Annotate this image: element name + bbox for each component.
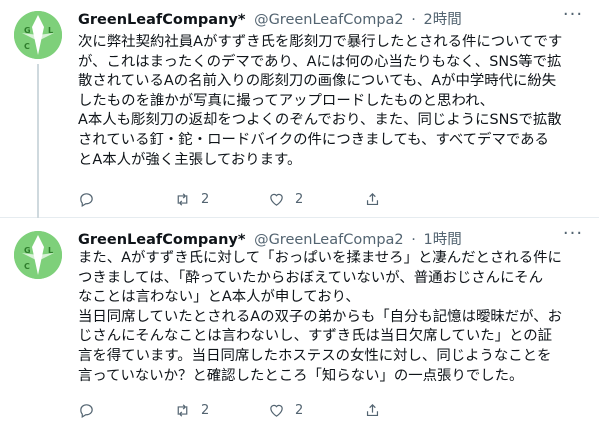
tweet-text: また、Aがすずき氏に対して「おっぱいを揉ませろ」と凄んだとされる件に つきまして… bbox=[78, 249, 588, 386]
leaf-logo-icon: G L C bbox=[14, 231, 62, 279]
reply-icon bbox=[80, 403, 93, 418]
svg-text:G: G bbox=[24, 26, 31, 35]
svg-text:G: G bbox=[24, 246, 31, 255]
tweet-text-line: されている釘・鉈・ロードバイクの件につきましても、すべてデマである bbox=[78, 131, 549, 148]
retweet-count: 2 bbox=[201, 191, 210, 207]
tweet-text-line: 当日同席していたとされるAの双子の弟からも「自分も記憶は曖昧だが、お bbox=[78, 308, 563, 325]
tweet-text-line: 次に弊社契約社員Aがすずき氏を彫刻刀で暴行したとされる件についてです bbox=[78, 34, 563, 50]
retweet-button[interactable]: 2 bbox=[174, 188, 209, 210]
separator-dot: · bbox=[411, 232, 416, 248]
heart-icon bbox=[270, 404, 283, 417]
reply-icon bbox=[80, 192, 93, 207]
tweet[interactable]: G L C GreenLeafCompany* @GreenLeafCompa2… bbox=[0, 219, 599, 424]
display-name[interactable]: GreenLeafCompany* bbox=[78, 232, 245, 248]
retweet-count: 2 bbox=[201, 402, 210, 418]
display-name[interactable]: GreenLeafCompany* bbox=[78, 12, 245, 28]
svg-text:L: L bbox=[48, 246, 53, 255]
tweet-header: GreenLeafCompany* @GreenLeafCompa2 · 1時間 bbox=[78, 230, 578, 250]
share-icon bbox=[366, 403, 379, 416]
like-count: 2 bbox=[295, 191, 304, 207]
separator-dot: · bbox=[411, 12, 416, 28]
tweet[interactable]: G L C GreenLeafCompany* @GreenLeafCompa2… bbox=[0, 0, 599, 218]
more-icon[interactable]: ··· bbox=[561, 6, 585, 28]
tweet-text-line: 言っていないか？と確認したところ「知らない」の一点張りでした。 bbox=[78, 367, 524, 384]
svg-text:C: C bbox=[24, 42, 30, 51]
tweet-header: GreenLeafCompany* @GreenLeafCompa2 · 2時間 bbox=[78, 10, 578, 30]
timestamp[interactable]: 1時間 bbox=[423, 232, 461, 248]
tweet-text-line: 言を得ています。当日同席したホステスの女性に対し、同じようなことを bbox=[78, 347, 552, 364]
tweet-text-line: A本人も彫刻刀の返却をつよくのぞんでおり、また、同じようにSNSで拡散 bbox=[78, 112, 562, 129]
like-button[interactable]: 2 bbox=[268, 399, 303, 421]
timestamp[interactable]: 2時間 bbox=[423, 12, 461, 28]
reply-button[interactable] bbox=[78, 188, 95, 210]
reply-button[interactable] bbox=[78, 399, 95, 421]
thread-connector bbox=[37, 64, 39, 218]
tweet-text: 次に弊社契約社員Aがすずき氏を彫刻刀で暴行したとされる件についてです が、これは… bbox=[78, 33, 588, 170]
share-button[interactable] bbox=[364, 188, 381, 210]
svg-text:C: C bbox=[24, 262, 30, 271]
tweet-text-line: したものを誰かが写真に撮ってアップロードしたものと思われ、 bbox=[78, 92, 495, 109]
tweet-text-line: なことは言わない」とA本人が申しており、 bbox=[78, 289, 360, 306]
share-button[interactable] bbox=[364, 399, 381, 421]
tweet-text-line: が、これはまったくのデマであり、Aには何の心当たりもなく、SNS等で拡 bbox=[78, 53, 562, 70]
like-count: 2 bbox=[295, 402, 304, 418]
share-icon bbox=[366, 192, 379, 205]
retweet-button[interactable]: 2 bbox=[174, 399, 209, 421]
avatar[interactable]: G L C bbox=[14, 231, 62, 279]
retweet-icon bbox=[177, 403, 188, 417]
tweet-text-line: 散されているAの名前入りの彫刻刀の画像についても、Aが中学時代に紛失 bbox=[78, 73, 557, 90]
tweet-text-line: つきましては、「酔っていたからおぼえていないが、普通おじさんにそん bbox=[78, 269, 543, 286]
tweet-actions: 2 2 bbox=[78, 399, 518, 421]
leaf-logo-icon: G L C bbox=[14, 11, 62, 59]
svg-text:L: L bbox=[48, 26, 53, 35]
more-icon[interactable]: ··· bbox=[561, 225, 585, 247]
user-handle[interactable]: @GreenLeafCompa2 bbox=[254, 12, 404, 28]
avatar[interactable]: G L C bbox=[14, 11, 62, 59]
retweet-icon bbox=[177, 192, 188, 206]
heart-icon bbox=[270, 193, 283, 206]
tweet-actions: 2 2 bbox=[78, 188, 518, 210]
like-button[interactable]: 2 bbox=[268, 188, 303, 210]
tweet-text-line: また、Aがすずき氏に対して「おっぱいを揉ませろ」と凄んだとされる件に bbox=[78, 250, 562, 266]
tweet-text-line: じさんにそんなことは言わないし、すずき氏は当日欠席していた」との証 bbox=[78, 328, 553, 345]
user-handle[interactable]: @GreenLeafCompa2 bbox=[254, 232, 404, 248]
tweet-text-line: とA本人が強く主張しております。 bbox=[78, 151, 302, 168]
timeline: G L C GreenLeafCompany* @GreenLeafCompa2… bbox=[0, 0, 599, 424]
